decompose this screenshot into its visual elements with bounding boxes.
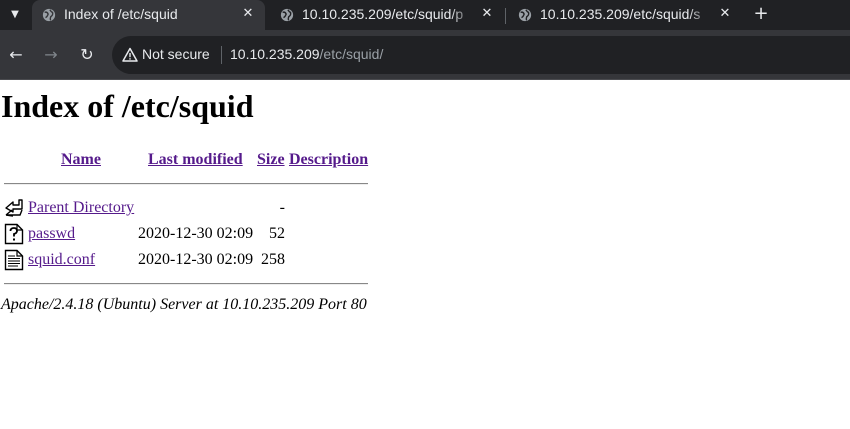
tab-index-of-etc-squid[interactable]: Index of /etc/squid ✕ (32, 0, 265, 30)
tab-title: 10.10.235.209/etc/squid/p (302, 6, 464, 22)
size-cell: - (279, 199, 285, 216)
tab-squid-conf[interactable]: 10.10.235.209/etc/squid/s ✕ (508, 0, 738, 30)
tab-divider (505, 8, 506, 24)
sort-by-size-link[interactable]: Size (257, 151, 285, 169)
url-host: 10.10.235.209 (230, 46, 320, 62)
address-bar[interactable]: Not secure 10.10.235.209/etc/squid/ (112, 36, 850, 74)
file-link-squid-conf[interactable]: squid.conf (28, 251, 95, 269)
server-signature: Apache/2.4.18 (Ubuntu) Server at 10.10.2… (1, 296, 367, 313)
tab-strip: ▼ Index of /etc/squid ✕ 10.10.235.209/et… (0, 0, 850, 30)
reload-icon[interactable]: ↻ (77, 45, 97, 65)
close-tab-icon[interactable]: ✕ (717, 5, 733, 23)
back-arrow-icon[interactable]: ← (6, 45, 26, 65)
tab-title: 10.10.235.209/etc/squid/s (540, 6, 701, 22)
page-content: Index of /etc/squid Name Last modified S… (0, 80, 850, 429)
globe-icon (280, 8, 294, 22)
not-secure-label[interactable]: Not secure (142, 46, 210, 62)
table-bottom-divider (4, 283, 368, 285)
table-top-divider (4, 183, 368, 185)
size-cell: 52 (269, 225, 285, 242)
last-modified-cell: 2020-12-30 02:09 (138, 225, 254, 242)
new-tab-plus-icon[interactable]: + (752, 4, 770, 24)
back-icon (5, 199, 23, 217)
browser-toolbar: ← → ↻ Not secure 10.10.235.209/etc/squid… (0, 30, 850, 80)
tab-title: Index of /etc/squid (64, 6, 178, 22)
text-file-icon (4, 249, 24, 271)
forward-arrow-icon[interactable]: → (41, 45, 61, 65)
page-title: Index of /etc/squid (1, 88, 254, 124)
close-tab-icon[interactable]: ✕ (240, 5, 256, 23)
file-link-passwd[interactable]: passwd (28, 225, 75, 243)
unknown-file-icon (4, 223, 24, 245)
sort-by-name-link[interactable]: Name (61, 151, 101, 169)
warning-triangle-icon[interactable] (122, 47, 138, 63)
last-modified-cell: 2020-12-30 02:09 (138, 251, 254, 268)
url-text[interactable]: 10.10.235.209/etc/squid/ (230, 46, 383, 62)
sort-by-description-link[interactable]: Description (289, 151, 368, 169)
globe-icon (42, 8, 56, 22)
tab-title-fade (450, 4, 474, 26)
omnibox-divider (221, 46, 222, 64)
parent-directory-link[interactable]: Parent Directory (28, 199, 134, 217)
sort-by-last-modified-link[interactable]: Last modified (148, 151, 243, 169)
globe-icon (518, 8, 532, 22)
close-tab-icon[interactable]: ✕ (479, 5, 495, 23)
tab-title-fade (688, 4, 712, 26)
tab-search-chevron-down-icon[interactable]: ▼ (6, 6, 24, 24)
size-cell: 258 (261, 251, 285, 268)
url-path: /etc/squid/ (319, 46, 384, 62)
tab-squid-passwd[interactable]: 10.10.235.209/etc/squid/p ✕ (270, 0, 500, 30)
